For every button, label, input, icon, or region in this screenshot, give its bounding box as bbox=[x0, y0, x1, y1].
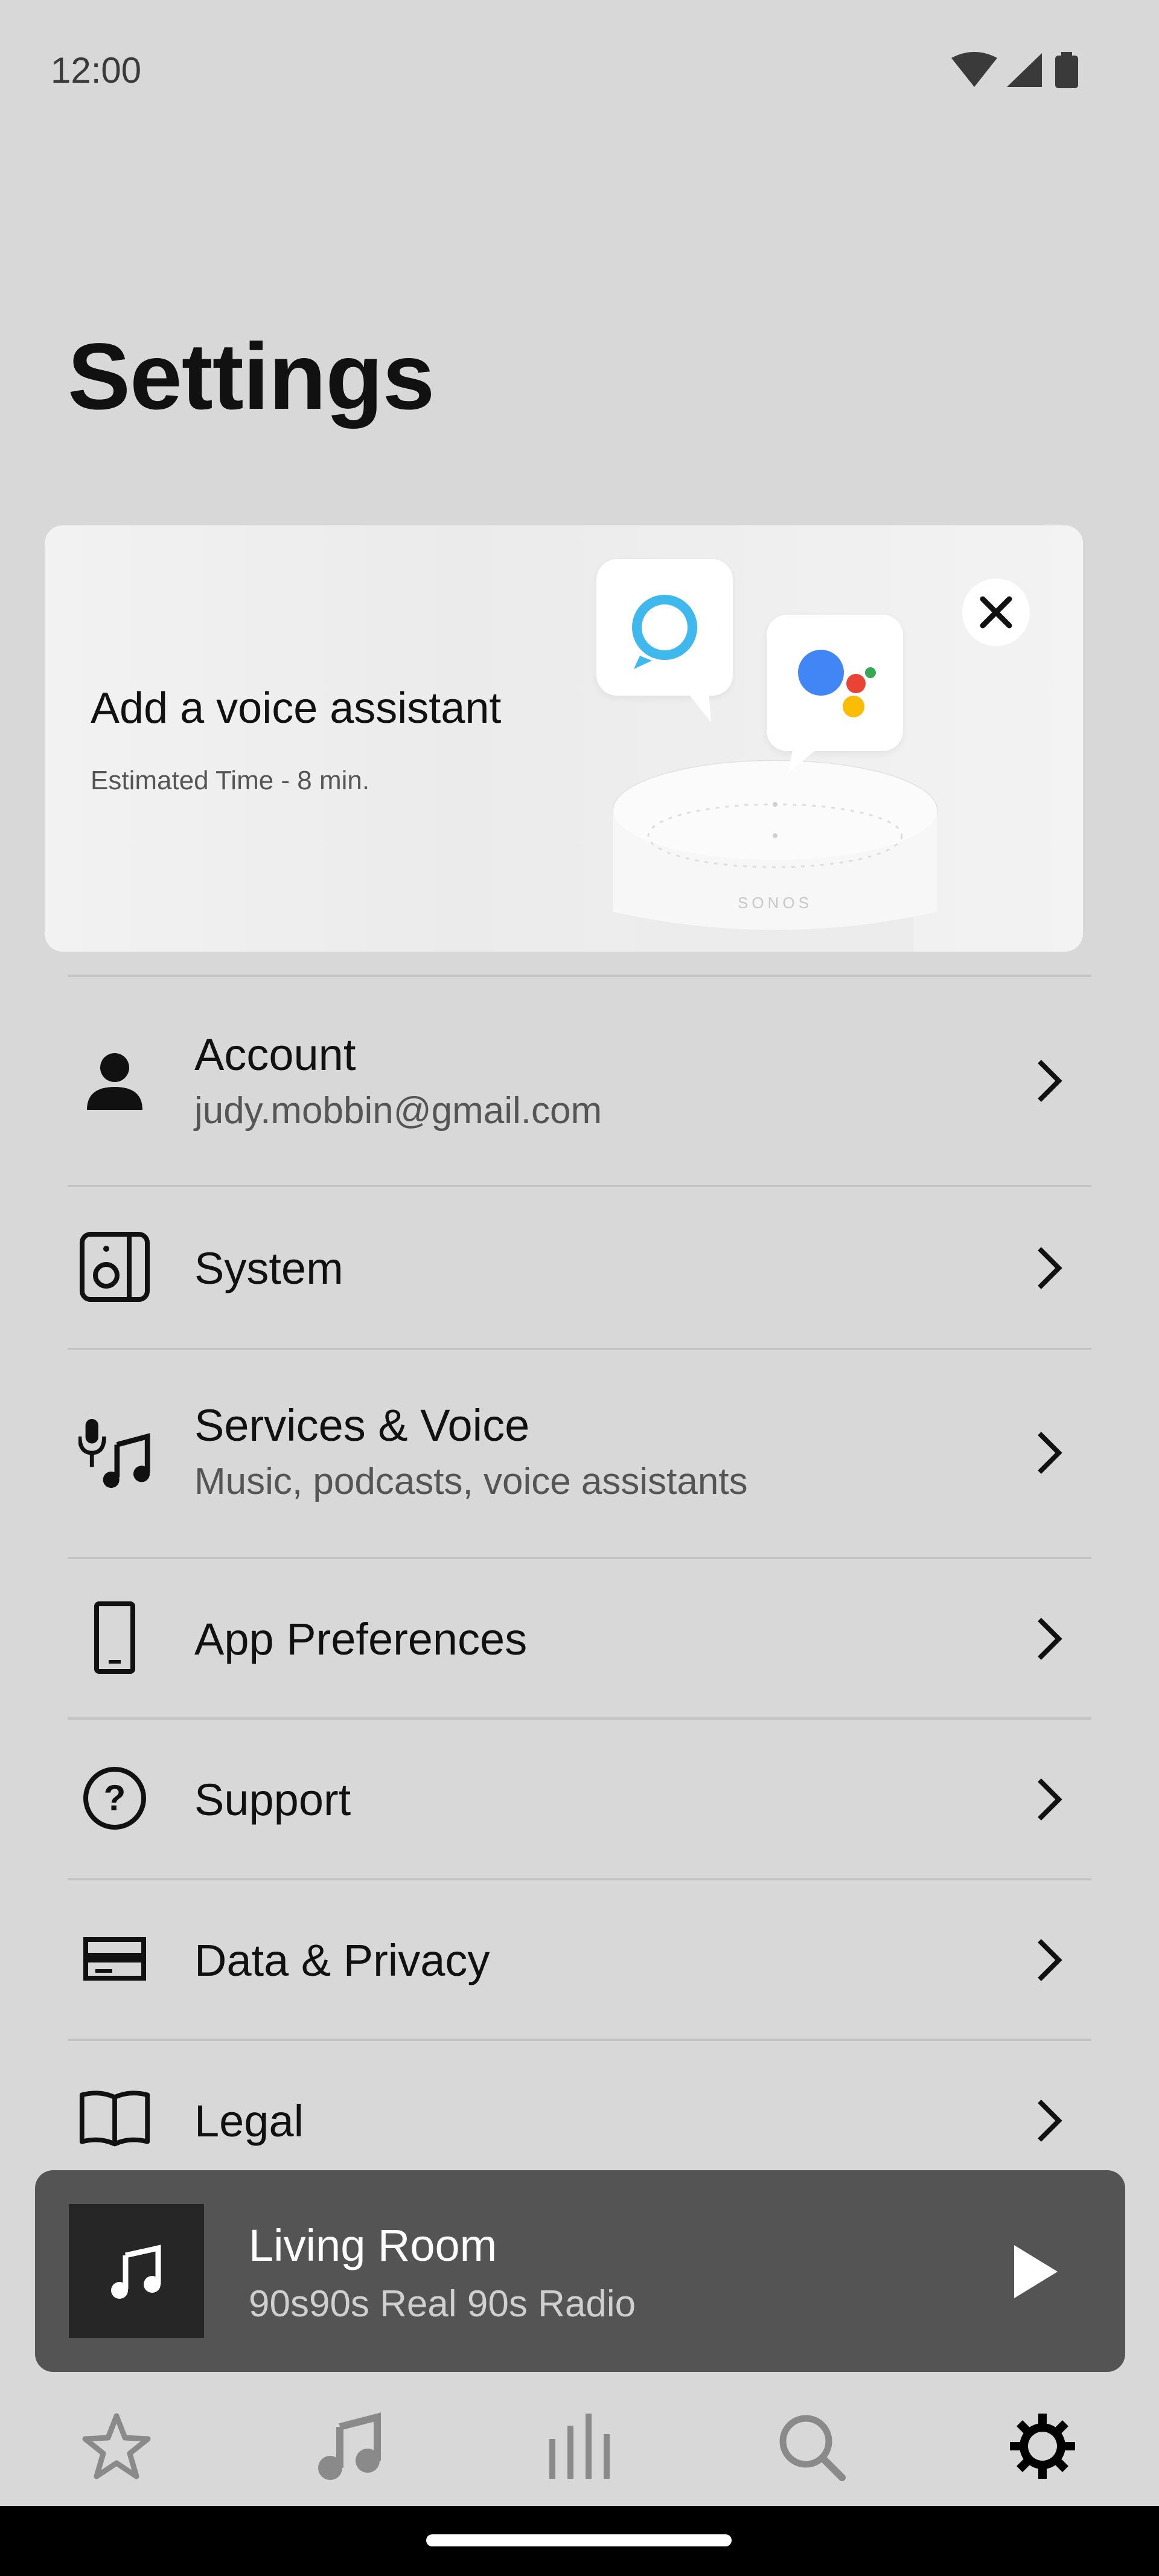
google-assistant-bubble bbox=[767, 615, 903, 773]
play-icon[interactable] bbox=[1000, 2238, 1067, 2305]
data-privacy-icon bbox=[78, 1923, 151, 1995]
settings-row-label: Services & Voice bbox=[194, 1400, 530, 1450]
settings-row-account[interactable]: Account judy.mobbin@gmail.com bbox=[68, 977, 1091, 1185]
star-icon bbox=[82, 2413, 151, 2479]
settings-row-label: Legal bbox=[194, 2096, 304, 2146]
tab-settings[interactable] bbox=[1003, 2407, 1082, 2485]
banner-subtitle: Estimated Time - 8 min. bbox=[91, 766, 370, 795]
chevron-right-icon bbox=[1038, 1247, 1062, 1289]
settings-row-label: Data & Privacy bbox=[194, 1935, 490, 1985]
google-assistant-icon bbox=[798, 650, 876, 717]
chevron-right-icon bbox=[1038, 1618, 1062, 1660]
settings-row-services-voice[interactable]: Services & Voice Music, podcasts, voice … bbox=[68, 1350, 1091, 1557]
settings-row-support[interactable]: ? Support bbox=[68, 1720, 1091, 1880]
search-icon bbox=[779, 2415, 846, 2481]
gear-icon bbox=[1010, 2414, 1075, 2479]
tab-system-view[interactable] bbox=[540, 2407, 619, 2485]
settings-row-system[interactable]: System bbox=[68, 1187, 1091, 1348]
tab-favorites[interactable] bbox=[77, 2407, 156, 2485]
status-time: 12:00 bbox=[51, 50, 142, 91]
settings-row-label: System bbox=[194, 1243, 343, 1293]
book-icon bbox=[78, 2082, 151, 2155]
chevron-right-icon bbox=[1038, 1060, 1062, 1102]
settings-row-sublabel: judy.mobbin@gmail.com bbox=[194, 1090, 602, 1132]
settings-row-data-privacy[interactable]: Data & Privacy bbox=[68, 1880, 1091, 2041]
person-icon bbox=[78, 1045, 151, 1117]
settings-row-legal[interactable]: Legal bbox=[68, 2041, 1091, 2170]
mic-music-icon bbox=[78, 1417, 151, 1489]
signal-icon bbox=[1007, 53, 1042, 87]
tab-browse[interactable] bbox=[309, 2407, 388, 2485]
banner-close-button[interactable] bbox=[962, 578, 1030, 646]
music-note-icon bbox=[111, 2244, 161, 2299]
speaker-icon bbox=[78, 1231, 151, 1303]
now-playing-room: Living Room bbox=[249, 2220, 497, 2270]
battery-icon bbox=[1055, 52, 1078, 88]
help-icon: ? bbox=[78, 1762, 151, 1834]
settings-row-label: Support bbox=[194, 1775, 351, 1825]
voice-assistant-banner[interactable]: Add a voice assistant Estimated Time - 8… bbox=[45, 525, 1083, 952]
wifi-icon bbox=[951, 52, 997, 87]
now-playing-bar[interactable]: Living Room 90s90s Real 90s Radio bbox=[35, 2170, 1125, 2372]
alexa-bubble bbox=[596, 559, 733, 722]
chevron-right-icon bbox=[1038, 1432, 1062, 1474]
settings-row-label: App Preferences bbox=[194, 1614, 528, 1664]
music-note-icon bbox=[318, 2412, 381, 2480]
chevron-right-icon bbox=[1038, 1778, 1062, 1821]
now-playing-station: 90s90s Real 90s Radio bbox=[249, 2283, 636, 2325]
status-icons bbox=[951, 51, 1084, 91]
page-title: Settings bbox=[68, 324, 435, 429]
banner-title: Add a voice assistant bbox=[91, 684, 502, 732]
chevron-right-icon bbox=[1038, 2100, 1062, 2142]
album-art bbox=[69, 2204, 204, 2338]
close-icon bbox=[980, 596, 1012, 629]
equalizer-icon bbox=[549, 2414, 610, 2479]
alexa-icon bbox=[632, 595, 697, 669]
settings-row-label: Account bbox=[194, 1030, 356, 1080]
speaker-brand-text: SONOS bbox=[738, 894, 813, 912]
phone-icon bbox=[78, 1601, 151, 1674]
home-gesture-handle[interactable] bbox=[426, 2534, 732, 2546]
tab-search[interactable] bbox=[771, 2407, 850, 2485]
svg-text:?: ? bbox=[104, 1778, 126, 1818]
chevron-right-icon bbox=[1038, 1939, 1062, 1981]
settings-row-sublabel: Music, podcasts, voice assistants bbox=[194, 1461, 748, 1502]
settings-row-app-preferences[interactable]: App Preferences bbox=[68, 1559, 1091, 1720]
